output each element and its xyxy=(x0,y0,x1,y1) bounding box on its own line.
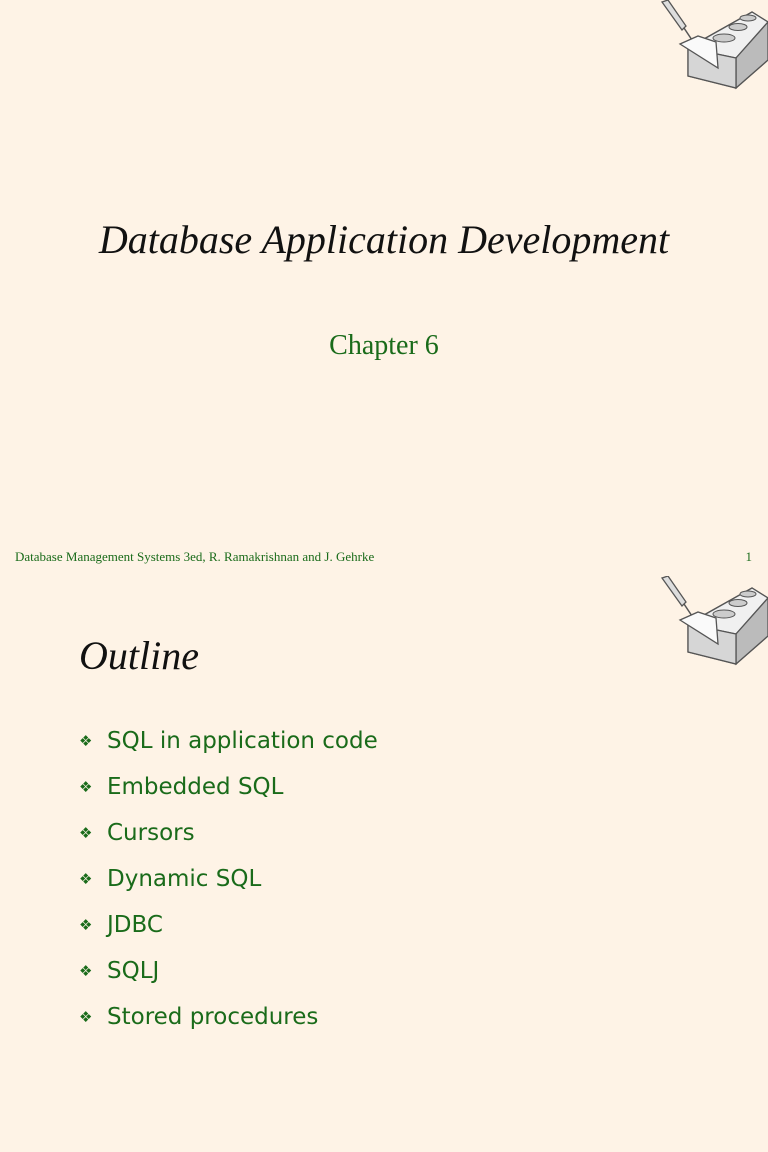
list-item: ❖ SQLJ xyxy=(79,948,378,994)
slide-1: Database Application Development Chapter… xyxy=(0,0,768,576)
list-item-label: SQLJ xyxy=(107,958,160,984)
slide-footer: Database Management Systems 3ed, R. Rama… xyxy=(15,549,375,564)
list-item: ❖ Dynamic SQL xyxy=(79,856,378,902)
brick-trowel-logo-icon xyxy=(660,576,768,666)
diamond-bullet-icon: ❖ xyxy=(79,824,93,842)
list-item: ❖ JDBC xyxy=(79,902,378,948)
brick-trowel-logo-icon xyxy=(660,0,768,90)
outline-list: ❖ SQL in application code ❖ Embedded SQL ❖… xyxy=(79,718,378,1040)
diamond-bullet-icon: ❖ xyxy=(79,778,93,796)
list-item: ❖ Embedded SQL xyxy=(79,764,378,810)
slide-2: Outline ❖ SQL in application code ❖ Embedd… xyxy=(0,576,768,1152)
list-item: ❖ Cursors xyxy=(79,810,378,856)
list-item-label: Cursors xyxy=(107,820,195,846)
list-item-label: Embedded SQL xyxy=(107,774,284,800)
list-item-label: SQL in application code xyxy=(107,728,378,754)
list-item: ❖ SQL in application code xyxy=(79,718,378,764)
list-item-label: JDBC xyxy=(107,912,163,938)
list-item-label: Stored procedures xyxy=(107,1004,319,1030)
list-item-label: Dynamic SQL xyxy=(107,866,262,892)
list-item: ❖ Stored procedures xyxy=(79,994,378,1040)
slide-subtitle: Chapter 6 xyxy=(329,330,439,361)
diamond-bullet-icon: ❖ xyxy=(79,1008,93,1026)
diamond-bullet-icon: ❖ xyxy=(79,962,93,980)
page-number: 1 xyxy=(745,549,753,564)
diamond-bullet-icon: ❖ xyxy=(79,870,93,888)
slide-title: Database Application Development xyxy=(98,217,670,262)
diamond-bullet-icon: ❖ xyxy=(79,732,93,750)
diamond-bullet-icon: ❖ xyxy=(79,916,93,934)
slide-title: Outline xyxy=(79,633,199,678)
